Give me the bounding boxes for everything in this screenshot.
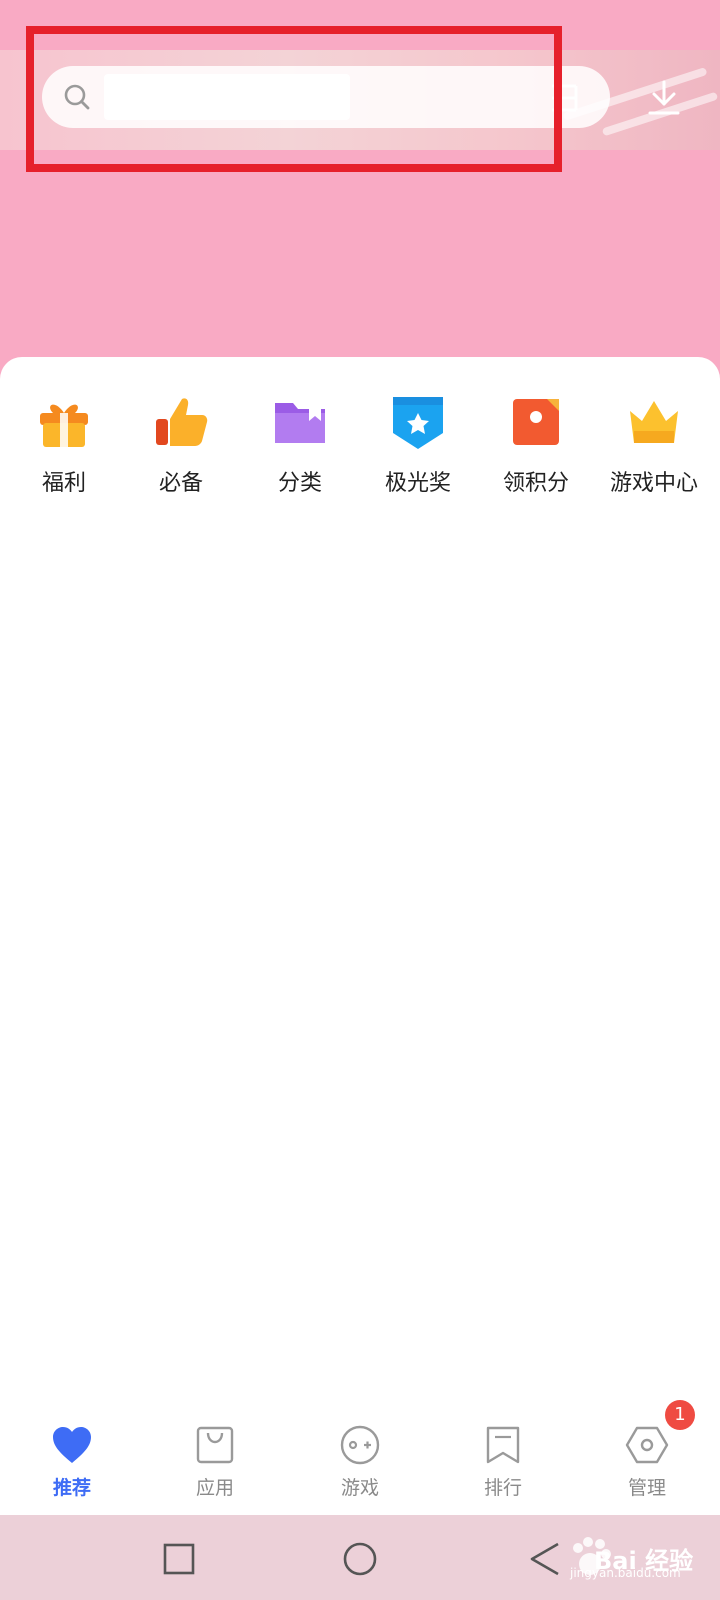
award-badge-icon bbox=[393, 397, 443, 449]
shortcut-welfare[interactable]: 福利 bbox=[5, 393, 123, 497]
gamepad-icon bbox=[340, 1425, 380, 1465]
shortcut-label: 分类 bbox=[277, 471, 322, 496]
bookmark-icon bbox=[486, 1426, 520, 1464]
square-icon[interactable] bbox=[163, 1543, 195, 1575]
shortcut-game-center[interactable]: 游戏中心 bbox=[595, 393, 713, 497]
circle-icon[interactable] bbox=[342, 1541, 378, 1577]
tab-label: 应用 bbox=[195, 1477, 234, 1499]
tab-label: 游戏 bbox=[340, 1477, 379, 1499]
bottom-nav: 推荐 应用 游戏 排行 管理 bbox=[0, 1405, 720, 1515]
highlight-frame bbox=[26, 26, 562, 172]
shopping-bag-icon bbox=[196, 1426, 234, 1464]
tab-apps[interactable]: 应用 bbox=[165, 1423, 265, 1500]
tab-label: 推荐 bbox=[52, 1477, 91, 1499]
shortcut-label: 必备 bbox=[158, 471, 203, 496]
tab-games[interactable]: 游戏 bbox=[310, 1423, 410, 1500]
notification-badge: 1 bbox=[665, 1400, 695, 1430]
tab-label: 管理 bbox=[627, 1477, 666, 1499]
shortcut-essentials[interactable]: 必备 bbox=[122, 393, 240, 497]
gift-icon bbox=[40, 404, 88, 447]
shortcut-earn-points[interactable]: 领积分 bbox=[477, 393, 595, 497]
download-icon[interactable] bbox=[645, 78, 683, 118]
shortcut-label: 领积分 bbox=[502, 471, 569, 496]
shortcut-label: 游戏中心 bbox=[609, 471, 698, 496]
shortcut-label: 福利 bbox=[41, 471, 86, 496]
back-triangle-icon[interactable] bbox=[528, 1541, 562, 1577]
content-panel: 福利 必备 分类 极光奖 领积分 游戏中心 bbox=[0, 357, 720, 1417]
thumbs-up-icon bbox=[156, 398, 208, 446]
tab-manage[interactable]: 管理 bbox=[597, 1423, 697, 1500]
tab-recommend[interactable]: 推荐 bbox=[22, 1423, 122, 1500]
shortcut-aurora-award[interactable]: 极光奖 bbox=[359, 393, 477, 497]
shortcut-categories[interactable]: 分类 bbox=[241, 393, 359, 497]
tab-label: 排行 bbox=[483, 1477, 522, 1499]
shortcut-label: 极光奖 bbox=[384, 471, 451, 496]
folder-icon bbox=[275, 403, 325, 443]
crown-icon bbox=[630, 401, 678, 443]
points-card-icon bbox=[513, 399, 559, 445]
hexagon-icon bbox=[625, 1426, 669, 1464]
watermark-url: jingyan.baidu.com bbox=[570, 1566, 681, 1580]
tab-rankings[interactable]: 排行 bbox=[453, 1423, 553, 1500]
heart-icon bbox=[53, 1427, 91, 1463]
